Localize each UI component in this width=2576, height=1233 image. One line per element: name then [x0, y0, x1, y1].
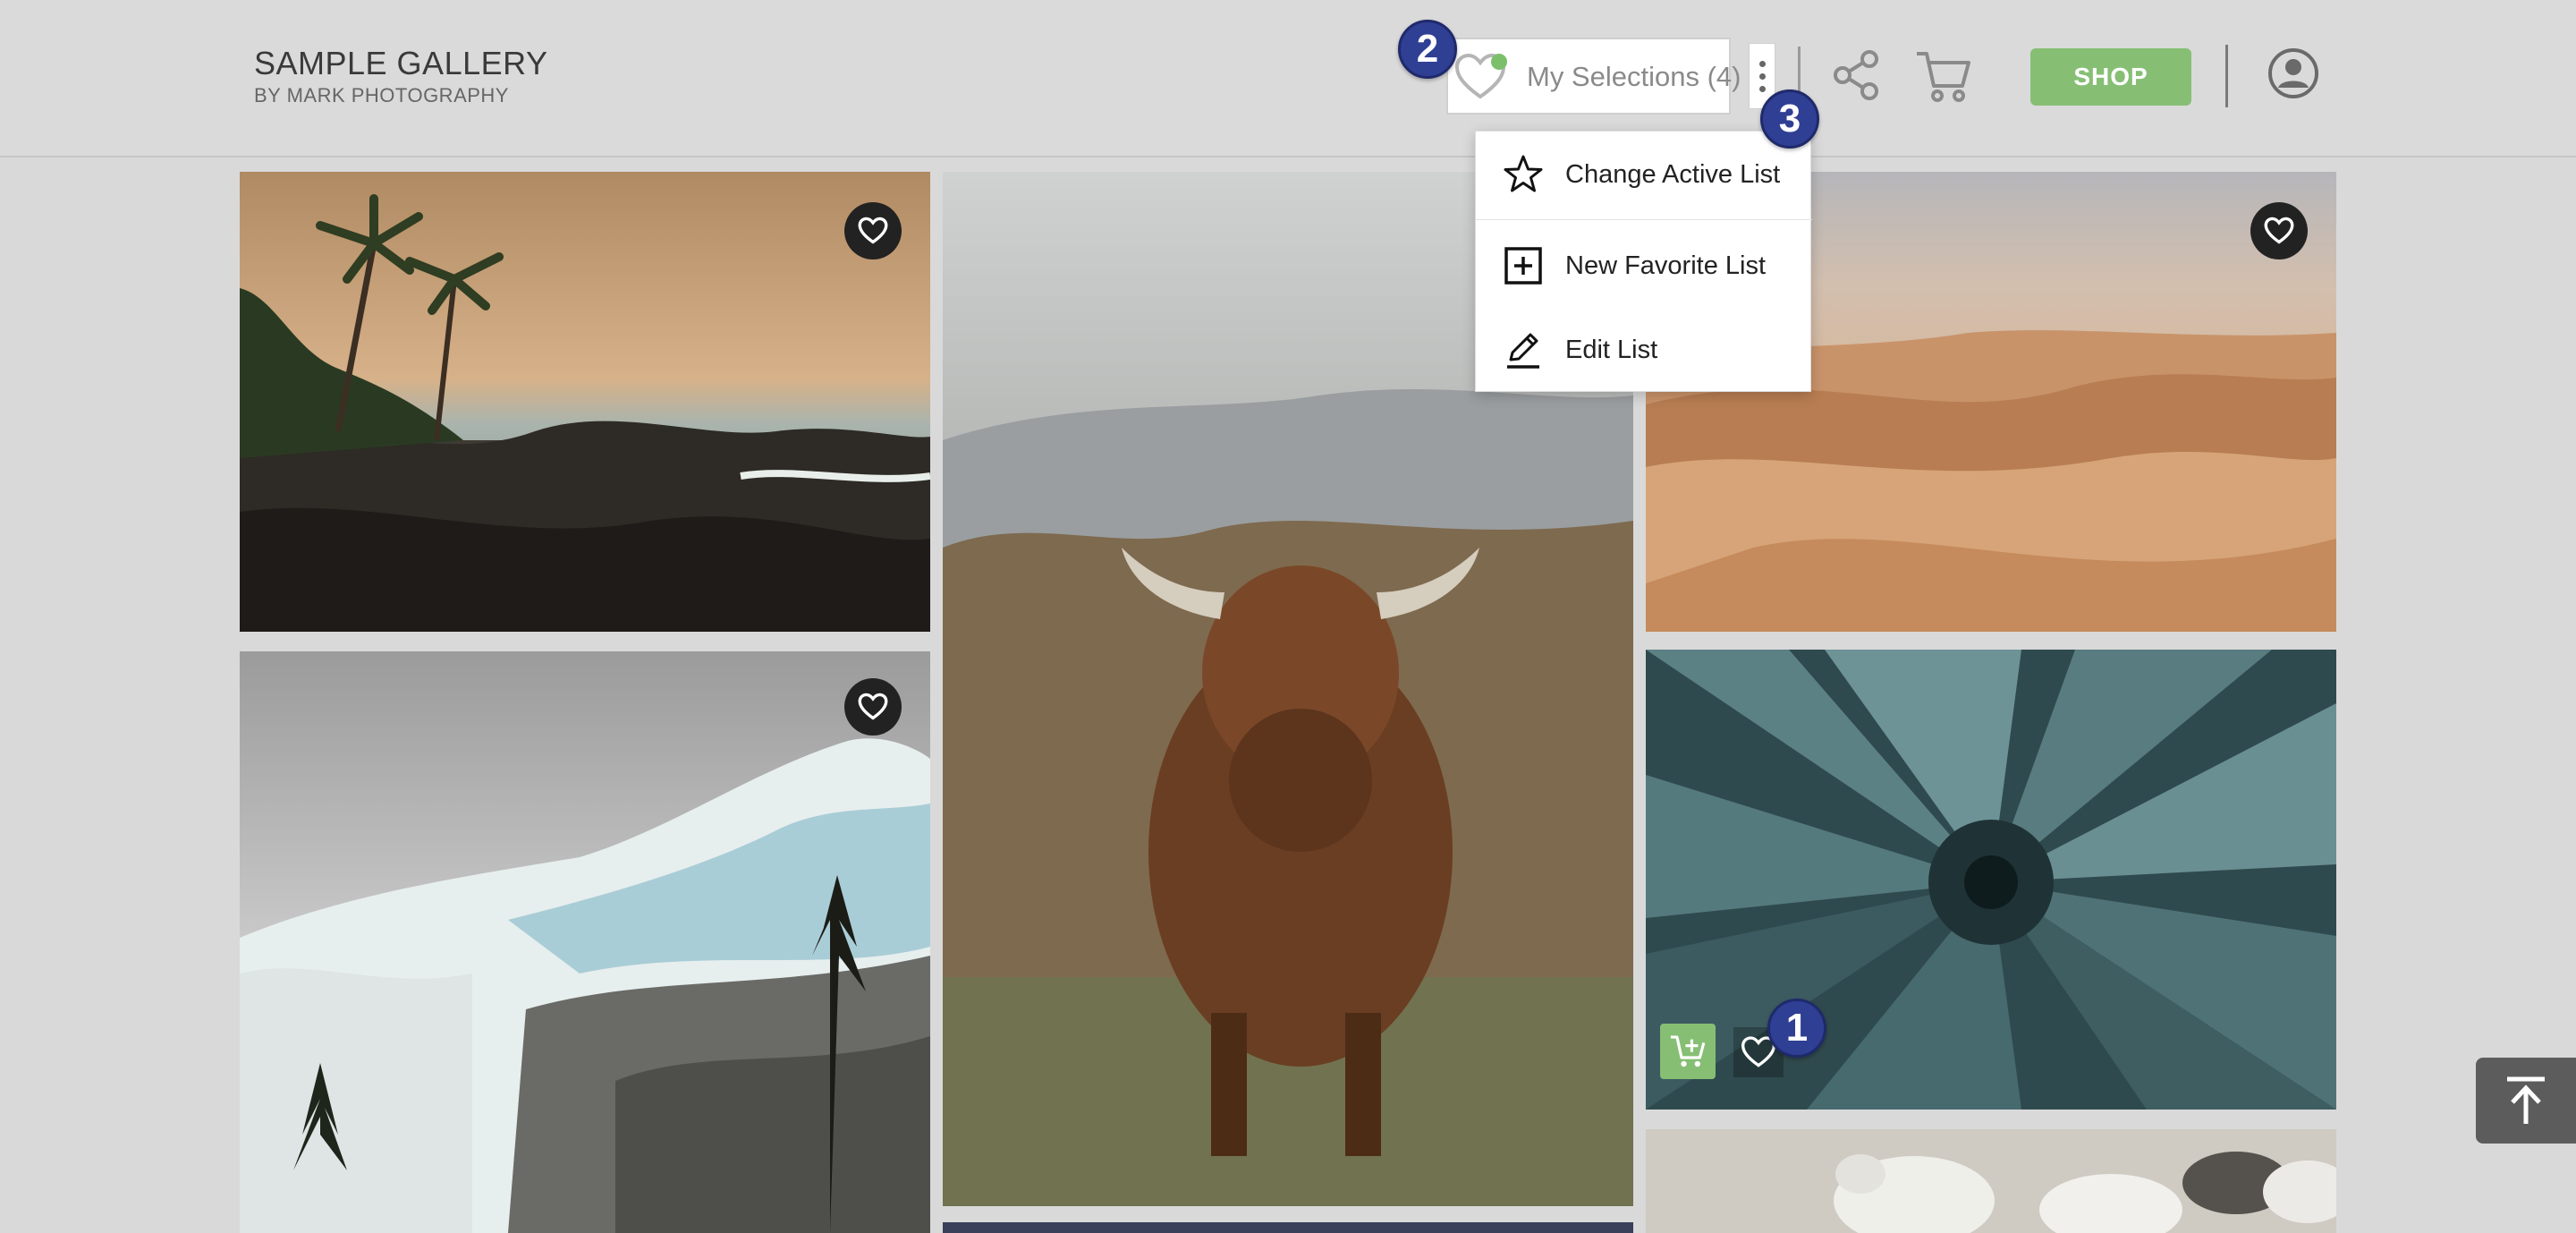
step-badge-2: 2	[1398, 20, 1457, 79]
menu-item-label: Edit List	[1565, 335, 1658, 364]
scroll-to-top-button[interactable]	[2476, 1058, 2576, 1144]
step-badge-1: 1	[1767, 999, 1826, 1058]
plus-square-icon	[1504, 247, 1542, 285]
arrow-up-to-top-icon	[2507, 1076, 2545, 1124]
heart-icon	[858, 217, 888, 244]
favorite-button[interactable]	[844, 678, 902, 736]
menu-item-label: Change Active List	[1565, 159, 1781, 189]
menu-item-edit-list[interactable]: Edit List	[1476, 307, 1812, 393]
favorite-button[interactable]	[844, 202, 902, 259]
shop-button[interactable]: SHOP	[2030, 48, 2191, 106]
step-badge-3: 3	[1760, 89, 1819, 149]
menu-item-change-active-list[interactable]: Change Active List	[1476, 132, 1812, 217]
sheep-scene	[1646, 1129, 2336, 1233]
my-selections-label: My Selections (4)	[1527, 61, 1741, 92]
heart-icon	[2264, 217, 2294, 244]
brand[interactable]: SAMPLE GALLERY BY MARK PHOTOGRAPHY	[254, 45, 548, 107]
top-header: SAMPLE GALLERY BY MARK PHOTOGRAPHY My Se…	[0, 0, 2576, 157]
heart-icon	[858, 693, 888, 720]
share-icon[interactable]	[1830, 48, 1884, 102]
favorite-button[interactable]	[2250, 202, 2308, 259]
glacier-scene	[240, 651, 930, 1233]
active-status-dot	[1491, 54, 1507, 70]
beach-scene	[240, 172, 930, 632]
add-to-cart-button[interactable]	[1660, 1024, 1716, 1079]
cart-icon[interactable]	[1914, 48, 1973, 104]
user-account-icon[interactable]	[2267, 47, 2320, 100]
star-icon	[1504, 155, 1543, 192]
pencil-icon	[1507, 333, 1539, 369]
menu-divider	[1476, 219, 1812, 220]
brand-title: SAMPLE GALLERY	[254, 45, 548, 81]
photo-beach-palms[interactable]	[240, 172, 930, 632]
menu-item-new-favorite-list[interactable]: New Favorite List	[1476, 223, 1812, 309]
photo-glacier-mountain[interactable]	[240, 651, 930, 1233]
photo-sheep[interactable]	[1646, 1129, 2336, 1233]
photo-agave-succulent[interactable]	[1646, 650, 2336, 1110]
cart-plus-icon	[1670, 1035, 1706, 1067]
selections-dropdown-menu: Change Active List New Favorite List Edi…	[1475, 131, 1812, 393]
menu-item-label: New Favorite List	[1565, 251, 1767, 280]
header-divider-right	[2225, 45, 2228, 107]
photo-partial-bottom[interactable]	[943, 1222, 1633, 1233]
my-selections-button[interactable]: My Selections (4)	[1446, 38, 1741, 115]
brand-subtitle: BY MARK PHOTOGRAPHY	[254, 84, 509, 106]
